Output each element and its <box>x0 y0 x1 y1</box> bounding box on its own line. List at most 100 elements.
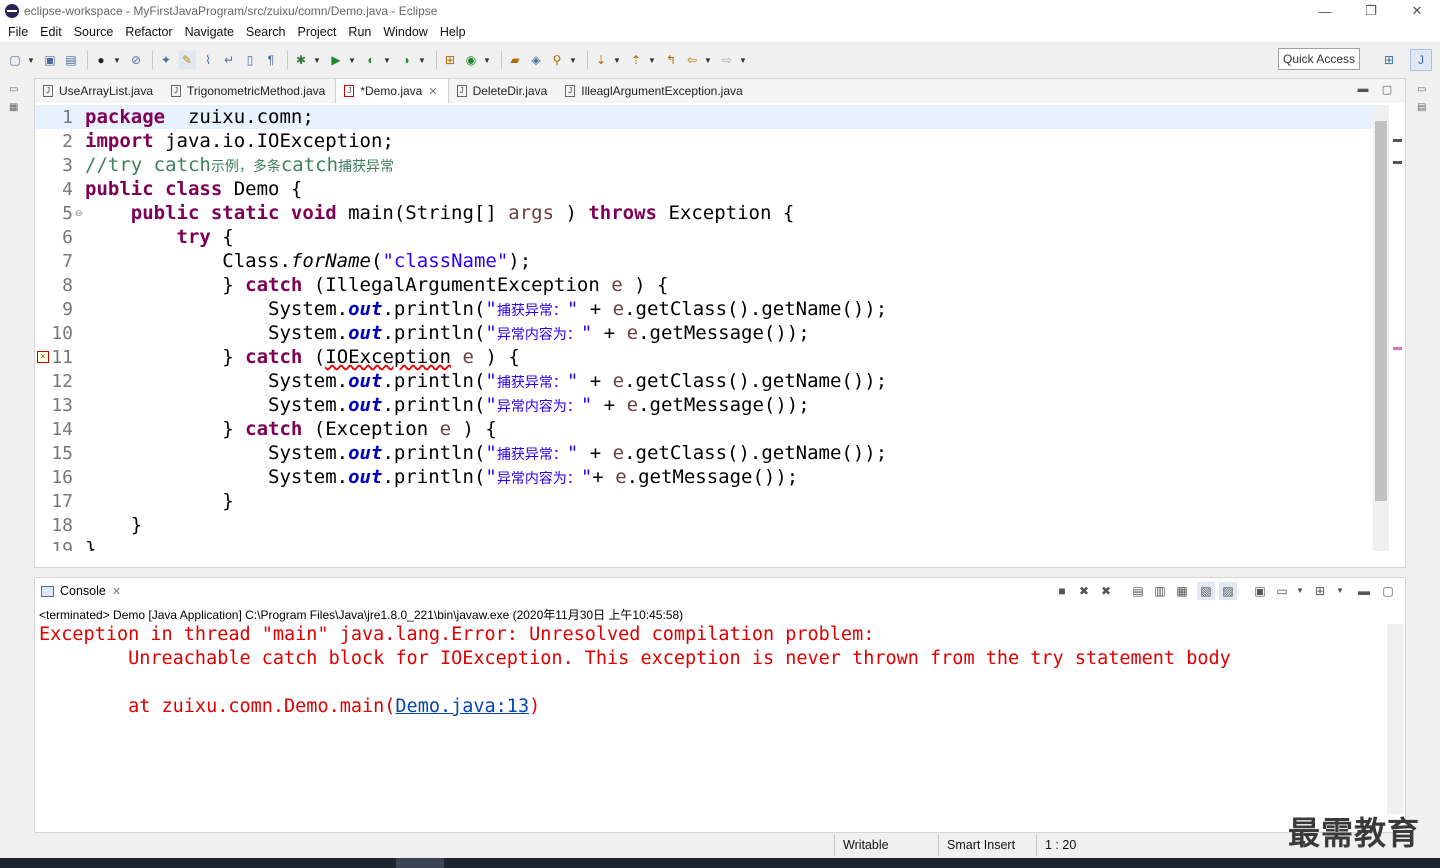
menu-help[interactable]: Help <box>434 25 472 39</box>
tab-trigonometricmethod[interactable]: J TrigonometricMethod.java <box>163 79 335 103</box>
code-line[interactable]: 9 System.out.println("捕获异常：" + e.getClas… <box>35 297 1375 321</box>
overview-marker[interactable] <box>1393 161 1402 164</box>
code-line[interactable]: 1 package zuixu.comn; <box>35 105 1375 129</box>
close-console-icon[interactable]: ✕ <box>112 585 121 598</box>
code-line[interactable]: 16 System.out.println("异常内容为："+ e.getMes… <box>35 465 1375 489</box>
minimize-button[interactable]: — <box>1302 0 1348 22</box>
stack-trace-link[interactable]: Demo.java:13 <box>395 696 529 717</box>
menu-run[interactable]: Run <box>342 25 377 39</box>
coverage-dropdown-icon[interactable]: ▼ <box>383 56 391 65</box>
next-annotation-icon[interactable]: ⇣ <box>592 51 610 69</box>
java-perspective-icon[interactable]: J <box>1410 49 1432 71</box>
tab-deletedir[interactable]: J DeleteDir.java <box>449 79 558 103</box>
code-line[interactable]: 10 System.out.println("异常内容为：" + e.getMe… <box>35 321 1375 345</box>
new-icon[interactable]: ▢ <box>6 51 24 69</box>
code-line[interactable]: 8 } catch (IllegalArgumentException e ) … <box>35 273 1375 297</box>
restore-view-icon[interactable]: ▭ <box>9 84 23 98</box>
back-icon[interactable]: ⇦ <box>683 51 701 69</box>
quick-access-input[interactable]: Quick Access <box>1278 48 1360 70</box>
open-perspective-icon[interactable]: ⊞ <box>1378 49 1400 71</box>
search-dropdown-icon[interactable]: ▼ <box>569 56 577 65</box>
new-class-icon[interactable]: ◉ <box>462 51 480 69</box>
tab-illeaglargumentexception[interactable]: J IlleaglArgumentException.java <box>557 79 752 103</box>
menu-window[interactable]: Window <box>377 25 433 39</box>
maximize-console-icon[interactable]: ▢ <box>1379 582 1397 600</box>
code-line[interactable]: 7 Class.forName("className"); <box>35 249 1375 273</box>
overview-marker[interactable] <box>1393 139 1402 142</box>
forward-icon[interactable]: ⇨ <box>718 51 736 69</box>
minimize-console-icon[interactable]: ▬ <box>1355 582 1373 600</box>
word-wrap-console-icon[interactable]: ▦ <box>1173 582 1191 600</box>
close-button[interactable]: ✕ <box>1394 0 1440 22</box>
debug-dropdown-icon[interactable]: ▼ <box>313 56 321 65</box>
code-line[interactable]: 2 import java.io.IOException; <box>35 129 1375 153</box>
run-icon[interactable]: ▶ <box>327 51 345 69</box>
save-icon[interactable]: ▣ <box>41 51 59 69</box>
pin-console-icon[interactable]: ▣ <box>1251 582 1269 600</box>
code-editor[interactable]: 1 package zuixu.comn; 2 import java.io.IOEx… <box>35 105 1375 551</box>
code-line[interactable]: 13 System.out.println("异常内容为：" + e.getMe… <box>35 393 1375 417</box>
skip-breakpoints-icon[interactable]: ⊘ <box>127 51 145 69</box>
console-output[interactable]: Exception in thread "main" java.lang.Err… <box>35 624 1387 814</box>
menu-refactor[interactable]: Refactor <box>119 25 178 39</box>
profile-dropdown-icon[interactable]: ▼ <box>113 56 121 65</box>
open-console-icon[interactable]: ⊞ <box>1311 582 1329 600</box>
editor-scroll-thumb[interactable] <box>1375 121 1387 501</box>
clear-console-icon[interactable]: ▤ <box>1129 582 1147 600</box>
editor-vertical-scrollbar[interactable] <box>1373 105 1389 551</box>
code-line[interactable]: 11 × } catch (IOException e ) { <box>35 345 1375 369</box>
tab-usearraylist[interactable]: J UseArrayList.java <box>35 79 163 103</box>
maximize-editor-icon[interactable]: ▢ <box>1379 83 1395 99</box>
previous-annotation-dropdown-icon[interactable]: ▼ <box>648 56 656 65</box>
new-class-dropdown-icon[interactable]: ▼ <box>483 56 491 65</box>
code-line[interactable]: 17 } <box>35 489 1375 513</box>
tab-console[interactable]: Console ✕ <box>35 584 121 598</box>
editor-horizontal-scrollbar[interactable] <box>85 551 1373 567</box>
menu-project[interactable]: Project <box>292 25 343 39</box>
debug-icon[interactable]: ✱ <box>292 51 310 69</box>
close-tab-icon[interactable]: ✕ <box>428 85 437 98</box>
remove-launch-icon[interactable]: ✖ <box>1075 582 1093 600</box>
code-line[interactable]: 5 ⊖ public static void main(String[] args… <box>35 201 1375 225</box>
search-icon[interactable]: ⚲ <box>548 51 566 69</box>
previous-annotation-icon[interactable]: ⇡ <box>627 51 645 69</box>
external-tools-dropdown-icon[interactable]: ▼ <box>418 56 426 65</box>
code-line[interactable]: 3 //try catch示例，多条catch捕获异常 <box>35 153 1375 177</box>
open-folder-icon[interactable]: ▰ <box>506 51 524 69</box>
forward-dropdown-icon[interactable]: ▼ <box>739 56 747 65</box>
block-selection-icon[interactable]: ⌇ <box>199 51 217 69</box>
remove-all-launches-icon[interactable]: ✖ <box>1097 582 1115 600</box>
tab-demo[interactable]: J *Demo.java ✕ <box>335 79 449 103</box>
code-line[interactable]: 14 } catch (Exception e ) { <box>35 417 1375 441</box>
fold-toggle-icon[interactable]: ⊖ <box>75 208 83 219</box>
profile-icon[interactable]: ● <box>92 51 110 69</box>
menu-file[interactable]: File <box>2 25 34 39</box>
menu-source[interactable]: Source <box>68 25 120 39</box>
menu-edit[interactable]: Edit <box>34 25 68 39</box>
run-dropdown-icon[interactable]: ▼ <box>348 56 356 65</box>
menu-navigate[interactable]: Navigate <box>179 25 240 39</box>
outline-view-icon[interactable]: ▤ <box>1417 102 1431 116</box>
open-console-dropdown-icon[interactable]: ▼ <box>1331 582 1349 600</box>
error-marker-icon[interactable]: × <box>37 351 49 363</box>
open-task-icon[interactable]: ◈ <box>527 51 545 69</box>
code-line[interactable]: 19} <box>35 537 1375 551</box>
paragraph-icon[interactable]: ¶ <box>262 51 280 69</box>
display-console-icon[interactable]: ▭ <box>1273 582 1291 600</box>
show-whitespace-icon[interactable]: ▯ <box>241 51 259 69</box>
new-dropdown-icon[interactable]: ▼ <box>27 56 35 65</box>
console-vertical-scrollbar[interactable] <box>1387 624 1403 814</box>
taskbar-active-item[interactable] <box>396 858 444 868</box>
restore-right-view-icon[interactable]: ▭ <box>1417 84 1431 98</box>
external-tools-icon[interactable]: ◑ <box>397 51 415 69</box>
display-console-dropdown-icon[interactable]: ▼ <box>1291 582 1309 600</box>
overview-error-marker[interactable] <box>1393 347 1402 350</box>
code-line[interactable]: 12 System.out.println("捕获异常：" + e.getCla… <box>35 369 1375 393</box>
show-on-stderr-icon[interactable]: ▨ <box>1219 582 1237 600</box>
code-line[interactable]: 15 System.out.println("捕获异常：" + e.getCla… <box>35 441 1375 465</box>
open-type-icon[interactable]: ✦ <box>157 51 175 69</box>
last-edit-location-icon[interactable]: ↰ <box>662 51 680 69</box>
show-on-stdout-icon[interactable]: ▧ <box>1197 582 1215 600</box>
code-line[interactable]: 18 } <box>35 513 1375 537</box>
scroll-lock-icon[interactable]: ▥ <box>1151 582 1169 600</box>
